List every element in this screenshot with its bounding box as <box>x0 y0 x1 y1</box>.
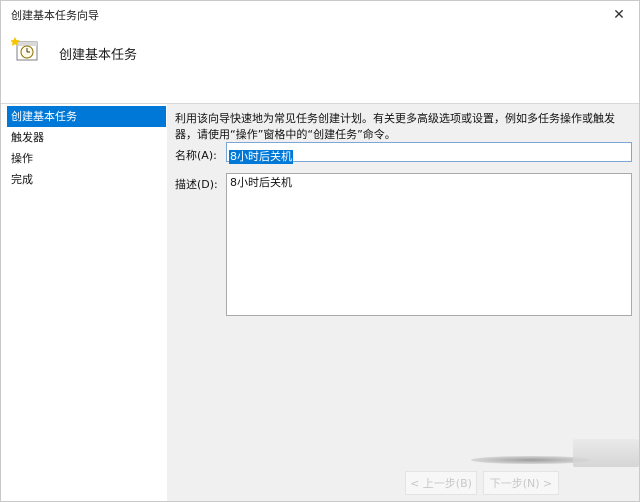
wizard-steps-sidebar: 创建基本任务 触发器 操作 完成 <box>1 104 167 501</box>
name-label: 名称(A): <box>175 149 217 162</box>
watermark-logo <box>573 439 639 467</box>
close-button[interactable]: ✕ <box>599 1 639 29</box>
description-textarea[interactable]: 8小时后关机 <box>226 173 632 316</box>
sidebar-item-action[interactable]: 操作 <box>7 148 166 169</box>
wizard-description: 利用该向导快速地为常见任务创建计划。有关更多高级选项或设置，例如多任务操作或触发… <box>175 112 615 141</box>
window-title: 创建基本任务向导 <box>11 9 99 22</box>
description-label: 描述(D): <box>175 178 218 191</box>
name-input[interactable]: 8小时后关机 <box>226 142 632 164</box>
sidebar-item-trigger[interactable]: 触发器 <box>7 127 166 148</box>
wizard-window: 创建基本任务向导 ✕ 创建基本任务 创建基本任务 触发器 操作 完成 利用该向导… <box>0 0 640 502</box>
sidebar-item-create-basic-task[interactable]: 创建基本任务 <box>7 106 166 127</box>
sidebar-item-finish[interactable]: 完成 <box>7 169 166 190</box>
title-bar: 创建基本任务向导 ✕ <box>1 1 639 29</box>
next-button[interactable]: 下一步(N) > <box>483 471 559 495</box>
header-title: 创建基本任务 <box>59 48 138 63</box>
previous-button[interactable]: < 上一步(B) <box>405 471 477 495</box>
wizard-header: 创建基本任务 <box>1 29 639 103</box>
task-clock-icon <box>11 37 38 61</box>
footer-buttons: < 上一步(B) 下一步(N) > <box>405 469 639 497</box>
name-input-value: 8小时后关机 <box>229 150 293 164</box>
main-content: 利用该向导快速地为常见任务创建计划。有关更多高级选项或设置，例如多任务操作或触发… <box>167 104 639 501</box>
